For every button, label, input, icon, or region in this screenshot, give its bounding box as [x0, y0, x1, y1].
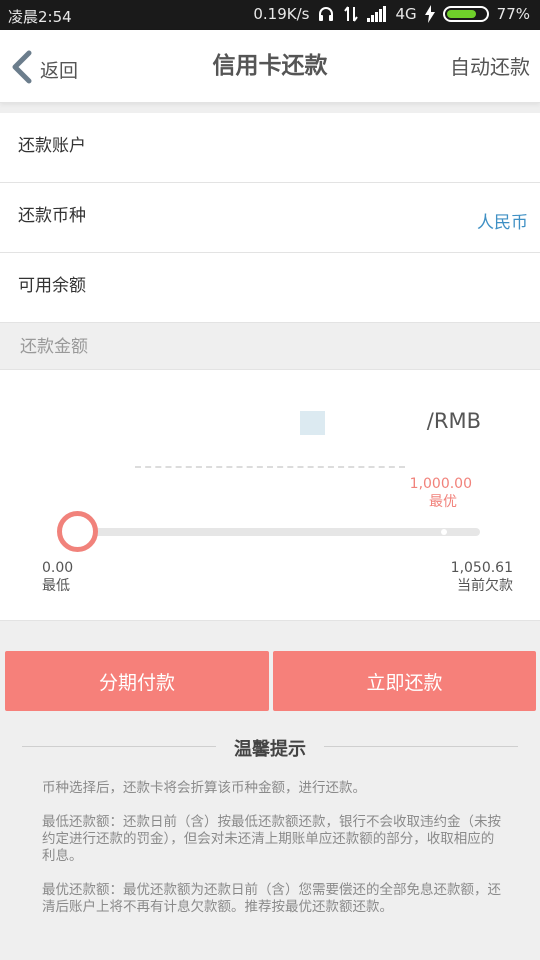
optimal-amount-label: 最优 — [429, 494, 457, 510]
network-type: 4G — [395, 5, 417, 23]
amount-input[interactable] — [300, 411, 325, 435]
min-amount-label: 最低 — [42, 578, 70, 594]
amount-slider-thumb[interactable] — [57, 511, 98, 552]
current-debt-label: 当前欠款 — [457, 578, 513, 594]
auto-repay-button[interactable]: 自动还款 — [450, 51, 530, 80]
tips-title: 温馨提示 — [234, 739, 306, 760]
repay-currency-label: 还款币种 — [18, 206, 86, 226]
optimal-marker — [441, 529, 447, 535]
tip-minimum: 最低还款额：还款日前（含）按最低还款额还款，银行不会收取违约金（未按约定进行还款… — [42, 814, 501, 864]
amount-panel: /RMB 1,000.00 最优 0.00 最低 1,050.61 当前欠款 — [0, 370, 540, 621]
amount-underline — [135, 466, 405, 468]
currency-suffix: /RMB — [426, 409, 481, 433]
tip-currency: 币种选择后，还款卡将会折算该币种金额，进行还款。 — [42, 780, 366, 796]
optimal-amount-value: 1,000.00 — [409, 476, 472, 492]
status-time: 凌晨2:54 — [8, 8, 72, 26]
pay-now-button[interactable]: 立即还款 — [273, 651, 536, 711]
amount-slider-track[interactable] — [60, 528, 480, 536]
current-debt-value: 1,050.61 — [450, 560, 513, 576]
tip-optimal: 最优还款额：最优还款额为还款日前（含）您需要偿还的全部免息还款额，还清后账户上将… — [42, 882, 501, 915]
battery-percent: 77% — [496, 5, 530, 23]
chevron-left-icon — [10, 50, 34, 88]
repay-amount-label: 还款金额 — [20, 337, 88, 357]
signal-icon — [367, 6, 387, 22]
installment-button[interactable]: 分期付款 — [5, 651, 269, 711]
available-balance-row: 可用余额 — [0, 253, 540, 323]
repay-account-row[interactable]: 还款账户 — [0, 113, 540, 183]
available-balance-label: 可用余额 — [18, 276, 86, 296]
headphone-icon — [317, 5, 335, 23]
min-amount-value: 0.00 — [42, 560, 74, 576]
charging-icon — [424, 5, 435, 23]
repay-amount-header: 还款金额 — [0, 323, 540, 370]
battery-icon — [442, 6, 489, 22]
tips-divider-right — [324, 746, 518, 747]
status-bar: 凌晨2:54 0.19K/s 4G 77% — [0, 0, 540, 30]
back-button[interactable]: 返回 — [10, 50, 78, 88]
status-right-group: 0.19K/s 4G 77% — [253, 5, 530, 23]
battery-level — [446, 10, 476, 18]
repay-currency-row[interactable]: 还款币种 人民币 — [0, 183, 540, 253]
data-transfer-icon — [343, 5, 359, 23]
nav-bar: 返回 信用卡还款 自动还款 — [0, 30, 540, 103]
repay-account-label: 还款账户 — [18, 136, 86, 156]
back-label: 返回 — [40, 59, 79, 82]
net-speed: 0.19K/s — [253, 5, 310, 23]
repay-currency-value: 人民币 — [477, 213, 528, 233]
